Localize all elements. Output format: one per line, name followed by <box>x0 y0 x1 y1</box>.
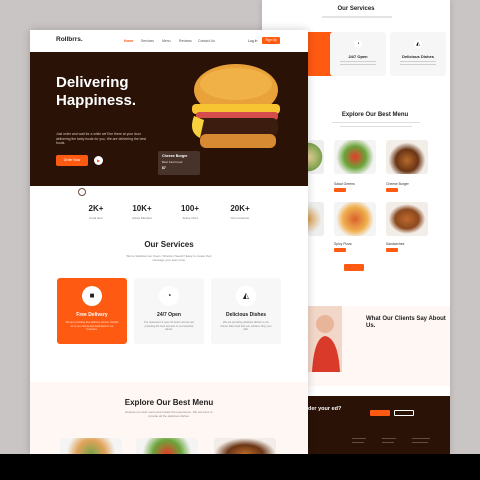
hero-section: Delivering Happiness. Just order and wai… <box>30 52 308 196</box>
food-image-greens <box>136 438 198 454</box>
food-image-pizza <box>334 202 376 236</box>
nav-menu[interactable]: Menu <box>162 39 170 43</box>
nav-contact[interactable]: Contact Us <box>198 39 215 43</box>
scroll-down-icon[interactable]: ↓ <box>78 188 86 196</box>
services-description: We've Satisfied our Users. Whether Needs… <box>126 254 212 263</box>
services-title: Our Services <box>144 240 194 249</box>
food-add-button[interactable] <box>386 248 398 252</box>
footer-line <box>412 438 430 439</box>
back-card-title: Delicious Dishes <box>401 54 434 59</box>
clients-title: What Our Clients Say About Us. <box>366 316 446 329</box>
login-link[interactable]: Log In <box>248 39 257 43</box>
bottom-black-bar <box>0 454 480 480</box>
service-title: Free Delivery <box>76 312 108 318</box>
back-card-delicious[interactable]: ◭ Delicious Dishes <box>390 32 446 76</box>
nav-home[interactable]: Home <box>124 39 133 43</box>
service-title: 24/7 Open <box>157 312 181 318</box>
truck-icon: ■ <box>82 286 102 306</box>
pizza-icon: ◭ <box>414 40 422 48</box>
stat-item: 10K+ Active Member <box>122 204 162 220</box>
client-photo <box>308 306 342 372</box>
service-card-delicious[interactable]: ◭ Delicious Dishes We are providing deli… <box>211 278 281 344</box>
stat-item: 2K+ Food Item <box>76 204 116 220</box>
stats-row: 2K+ Food Item 10K+ Active Member 100+ Ac… <box>30 204 308 228</box>
food-image-salad <box>334 140 376 174</box>
food-name: Cheese Burger <box>386 182 409 186</box>
service-description: We are providing delicious dishes to our… <box>220 321 272 332</box>
service-card-free-delivery[interactable]: ■ Free Delivery We are providing free de… <box>57 278 127 344</box>
burger-card-subtitle: Best Fast Food <box>162 160 183 164</box>
food-add-button[interactable] <box>334 248 346 252</box>
food-name: Salad Greens <box>334 182 355 186</box>
text-line <box>400 64 436 65</box>
back-menu-title: Explore Our Best Menu <box>341 112 409 118</box>
burger-card-title: Cheese Burger <box>162 154 188 158</box>
food-name: Spicy Pizza <box>334 242 352 246</box>
stat-value: 100+ <box>180 204 200 213</box>
footer-line <box>382 442 394 443</box>
footer-secondary-button[interactable] <box>394 410 414 416</box>
logo-text: Rollbrrs. <box>56 36 83 43</box>
footer-primary-button[interactable] <box>370 410 390 416</box>
footer-heading: der your ed? <box>308 406 342 412</box>
burger-info-card[interactable]: Cheese Burger Best Fast Food $7 <box>158 151 200 175</box>
stat-value: 2K+ <box>88 204 104 213</box>
menu-description: Explore our best menu and create the exp… <box>125 410 213 419</box>
clock-icon: ◔ <box>354 40 362 48</box>
menu-title: Explore Our Best Menu <box>124 398 214 407</box>
stat-label: Active Member <box>131 216 152 220</box>
back-services-subtitle <box>322 16 392 18</box>
back-card-title: 24/7 Open <box>348 54 368 59</box>
service-description: Our restaurant is open 24 hours and we a… <box>143 321 195 332</box>
logo[interactable]: Rollbrrs. <box>56 36 83 43</box>
stat-item: 20K+ Our Customer <box>220 204 260 220</box>
footer-line <box>352 438 366 439</box>
text-line <box>400 61 436 62</box>
footer-line <box>382 438 396 439</box>
play-icon[interactable]: ▶ <box>94 156 103 165</box>
back-services-title: Our Services <box>337 6 375 12</box>
service-title: Delicious Dishes <box>225 312 266 318</box>
stat-item: 100+ Active Chef <box>170 204 210 220</box>
burger-card-price: $7 <box>162 166 166 170</box>
back-menu-desc-line <box>340 126 412 127</box>
food-image-burger <box>386 140 428 174</box>
hero-title: Delivering Happiness. <box>56 74 137 109</box>
food-add-button[interactable] <box>334 188 346 192</box>
stat-label: Food Item <box>89 216 103 220</box>
back-footer: der your ed? <box>308 396 450 454</box>
stat-value: 10K+ <box>132 204 152 213</box>
footer-line <box>412 442 428 443</box>
stat-value: 20K+ <box>230 204 250 213</box>
food-image <box>308 140 324 174</box>
back-card-24-7[interactable]: ◔ 24/7 Open <box>330 32 386 76</box>
nav-reviews[interactable]: Reviews <box>179 39 192 43</box>
show-more-button[interactable] <box>344 264 364 271</box>
stat-label: Our Customer <box>230 216 250 220</box>
clock-icon: ◔ <box>159 286 179 306</box>
service-card-24-7[interactable]: ◔ 24/7 Open Our restaurant is open 24 ho… <box>134 278 204 344</box>
front-page: Rollbrrs. Home Services Menu Reviews Con… <box>30 30 308 454</box>
food-image-salad <box>60 438 122 454</box>
food-name: Sandwiches <box>386 242 405 246</box>
screenshot-root: Our Services ◔ 24/7 Open ◭ Delicious Dis… <box>0 0 480 480</box>
service-description: We are providing free delivery service. … <box>65 321 119 332</box>
food-add-button[interactable] <box>386 188 398 192</box>
back-menu-desc-line <box>332 122 420 123</box>
text-line <box>340 61 376 62</box>
food-image-sandwich <box>386 202 428 236</box>
navbar: Rollbrrs. Home Services Menu Reviews Con… <box>30 30 308 52</box>
food-image <box>308 202 324 236</box>
pizza-icon: ◭ <box>236 286 256 306</box>
hero-description: Just order and wait for a while we'll be… <box>56 132 147 146</box>
stat-label: Active Chef <box>182 216 198 220</box>
food-image-burger <box>214 438 276 454</box>
footer-line <box>352 442 364 443</box>
order-now-button[interactable]: Order Now <box>56 155 88 166</box>
nav-services[interactable]: Services <box>141 39 154 43</box>
signup-button[interactable]: Sign Up <box>262 37 280 44</box>
text-line <box>340 64 376 65</box>
